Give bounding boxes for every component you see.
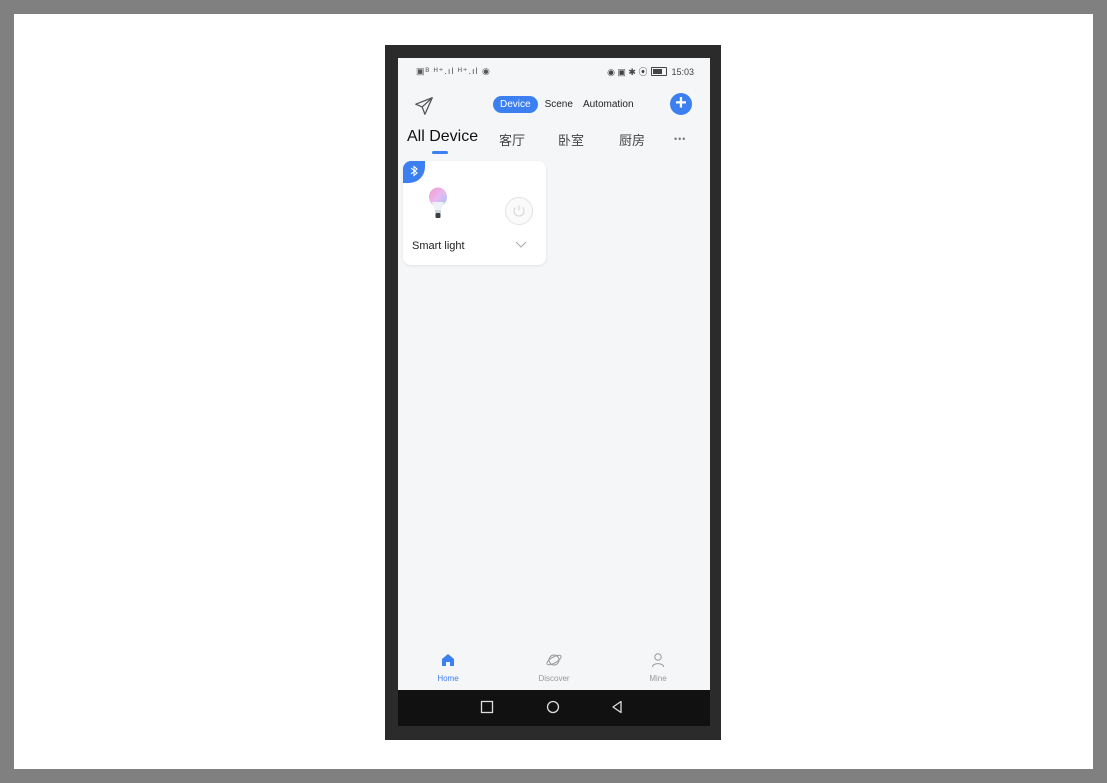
- home-icon: [442, 654, 454, 666]
- chevron-down-icon[interactable]: [515, 241, 527, 249]
- power-button[interactable]: [505, 197, 533, 225]
- status-bar: ▣ᴮ ᴴ⁺.ıl ᴴ⁺.ıl ◉ ◉ ▣ ✱ ⦿ 15:03: [398, 58, 710, 84]
- add-device-button[interactable]: +: [670, 93, 692, 115]
- back-triangle-icon[interactable]: [610, 700, 624, 714]
- battery-icon: [651, 67, 668, 76]
- light-bulb-icon: [429, 187, 447, 218]
- system-indicators: ◉ ▣ ✱ ⦿ 15:03: [607, 65, 694, 78]
- planet-icon: [546, 654, 562, 666]
- network-indicators: ▣ᴮ ᴴ⁺.ıl ᴴ⁺.ıl ◉: [416, 66, 491, 76]
- app-screen: ▣ᴮ ᴴ⁺.ıl ᴴ⁺.ıl ◉ ◉ ▣ ✱ ⦿ 15:03 Device Sc…: [398, 58, 710, 690]
- home-circle-icon[interactable]: [546, 700, 560, 714]
- tab-automation[interactable]: Automation: [580, 96, 637, 113]
- android-nav-bar: [398, 690, 710, 726]
- nav-discover[interactable]: Discover: [514, 652, 594, 683]
- device-card[interactable]: Smart light: [403, 161, 546, 265]
- mode-switcher: Device Scene Automation: [493, 96, 637, 113]
- room-tab-all-device[interactable]: All Device: [407, 128, 478, 146]
- user-icon: [652, 653, 664, 668]
- tab-device[interactable]: Device: [493, 96, 538, 113]
- room-tab-bedroom[interactable]: 卧室: [558, 130, 584, 149]
- active-tab-indicator: [432, 151, 448, 154]
- send-icon[interactable]: [413, 95, 435, 117]
- tab-scene[interactable]: Scene: [542, 96, 576, 113]
- nav-mine[interactable]: Mine: [618, 652, 698, 683]
- nav-mine-label: Mine: [649, 674, 667, 683]
- room-tab-living-room[interactable]: 客厅: [499, 130, 525, 149]
- nav-discover-label: Discover: [538, 674, 570, 683]
- power-icon: [513, 205, 525, 217]
- room-tabs: All Device 客厅 卧室 厨房 •••: [398, 128, 710, 160]
- bluetooth-icon: [403, 161, 425, 183]
- system-status-icons: ◉ ▣ ✱ ⦿: [607, 67, 648, 77]
- nav-home-label: Home: [437, 674, 459, 683]
- device-name: Smart light: [412, 240, 465, 252]
- room-tab-kitchen[interactable]: 厨房: [619, 130, 645, 149]
- nav-home[interactable]: Home: [408, 652, 488, 683]
- status-time: 15:03: [671, 66, 694, 77]
- more-rooms-button[interactable]: •••: [674, 134, 686, 144]
- bottom-nav: Home Discover Mine: [398, 646, 710, 690]
- top-bar: Device Scene Automation: [398, 88, 710, 122]
- recent-apps-icon[interactable]: [480, 700, 494, 714]
